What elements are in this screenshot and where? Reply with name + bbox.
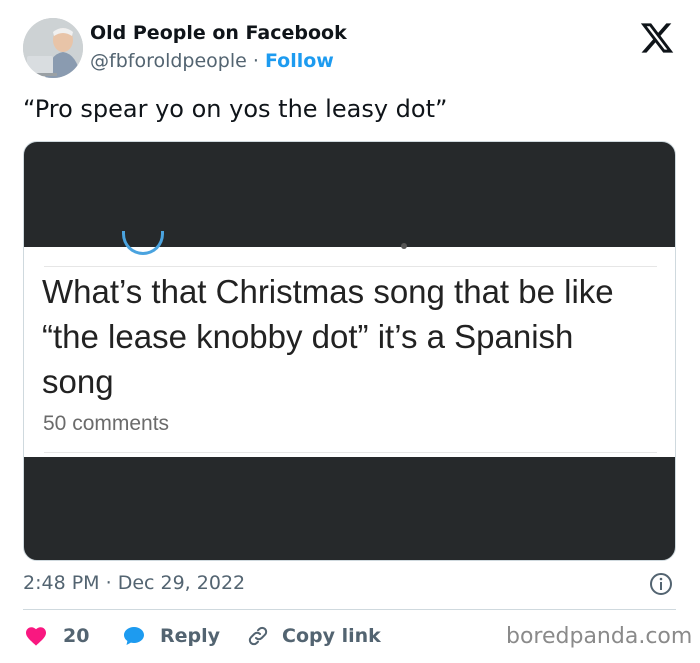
- copy-link-button[interactable]: Copy link: [245, 622, 381, 650]
- reply-label: Reply: [160, 625, 221, 647]
- heart-icon: [26, 627, 46, 646]
- timestamp-time: 2:48 PM: [23, 572, 100, 594]
- info-icon[interactable]: [649, 572, 673, 596]
- timestamp[interactable]: 2:48 PM · Dec 29, 2022: [23, 572, 245, 594]
- embedded-post-title: What’s that Christmas song that be like …: [42, 273, 614, 400]
- link-icon: [248, 626, 268, 646]
- embedded-post-comments: 50 comments: [43, 412, 170, 435]
- avatar[interactable]: [23, 18, 83, 78]
- tweet-media-image[interactable]: What’s that Christmas song that be like …: [23, 141, 676, 561]
- copy-link-label: Copy link: [282, 625, 381, 647]
- reply-icon: [124, 627, 144, 645]
- reply-button[interactable]: Reply: [121, 622, 220, 650]
- menu-dot-icon: [401, 243, 407, 249]
- handle-separator: ·: [252, 50, 259, 72]
- x-logo-icon[interactable]: [638, 20, 676, 56]
- tweet-text: “Pro spear yo on yos the leasy dot”: [23, 95, 448, 123]
- community-icon: [122, 231, 164, 255]
- post-divider-top: [44, 266, 657, 267]
- watermark: boredpanda.com: [506, 624, 693, 649]
- author-handle-row: @fbforoldpeople · Follow: [90, 50, 334, 72]
- avatar-photo: [23, 18, 83, 78]
- timestamp-date: Dec 29, 2022: [117, 572, 246, 594]
- divider: [23, 609, 676, 610]
- like-count: 20: [63, 625, 90, 647]
- follow-button[interactable]: Follow: [265, 50, 334, 72]
- post-divider-bottom: [44, 452, 657, 453]
- embedded-post-card: What’s that Christmas song that be like …: [24, 231, 675, 457]
- like-button[interactable]: 20: [23, 622, 89, 650]
- author-handle[interactable]: @fbforoldpeople: [90, 50, 247, 72]
- timestamp-separator: ·: [105, 572, 112, 594]
- author-name[interactable]: Old People on Facebook: [90, 22, 347, 44]
